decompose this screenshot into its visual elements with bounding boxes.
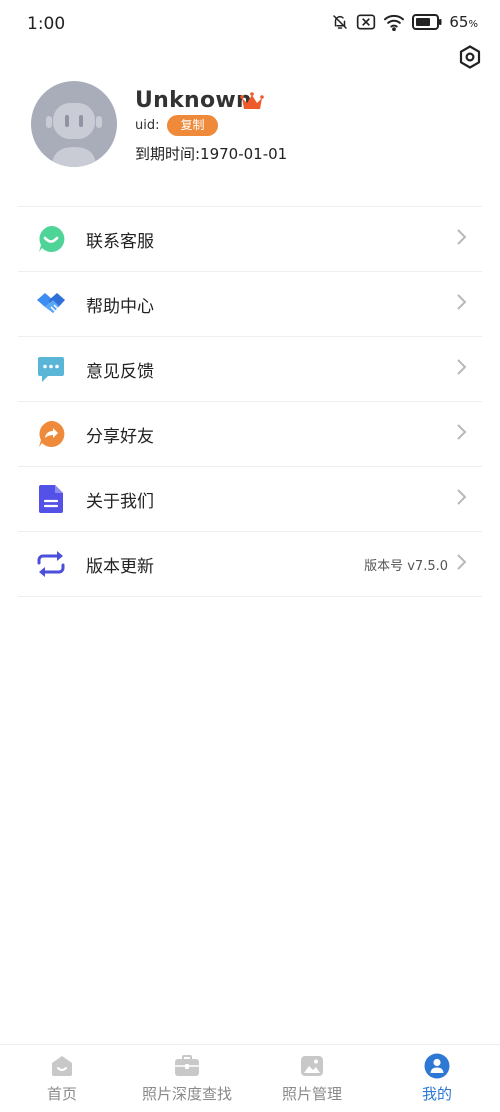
wifi-icon — [383, 13, 405, 31]
status-bar: 1:00 65% — [0, 0, 500, 50]
menu-item-help-center[interactable]: 帮助中心 — [18, 272, 482, 337]
menu-item-contact-service[interactable]: 联系客服 — [18, 207, 482, 272]
bell-muted-icon — [331, 13, 349, 31]
battery-percent: 65% — [449, 13, 478, 31]
tab-photo-management[interactable]: 照片管理 — [270, 1045, 354, 1112]
chevron-right-icon — [456, 423, 468, 445]
crown-icon — [240, 92, 264, 116]
refresh-icon — [34, 547, 68, 581]
sim-off-icon — [356, 13, 376, 31]
tab-label: 照片管理 — [281, 1085, 342, 1103]
settings-menu: 联系客服 帮助中心 意见反馈 分享好友 关于我们 版本更新 版本号 v7.5.0 — [18, 206, 482, 597]
chevron-right-icon — [456, 488, 468, 510]
menu-item-about-us[interactable]: 关于我们 — [18, 467, 482, 532]
menu-item-label: 联系客服 — [86, 231, 154, 252]
battery-icon — [412, 14, 442, 30]
feedback-icon — [34, 352, 68, 386]
chevron-right-icon — [456, 358, 468, 380]
document-icon — [34, 482, 68, 516]
status-time: 1:00 — [27, 14, 66, 34]
chevron-right-icon — [456, 293, 468, 315]
settings-icon — [457, 44, 483, 74]
menu-item-version-update[interactable]: 版本更新 版本号 v7.5.0 — [18, 532, 482, 597]
expire-date: 到期时间:1970-01-01 — [135, 145, 288, 163]
menu-item-share-friends[interactable]: 分享好友 — [18, 402, 482, 467]
tab-label: 首页 — [46, 1085, 77, 1103]
menu-item-label: 分享好友 — [86, 426, 154, 447]
tab-home[interactable]: 首页 — [30, 1045, 94, 1112]
avatar[interactable] — [31, 81, 117, 167]
menu-item-feedback[interactable]: 意见反馈 — [18, 337, 482, 402]
chevron-right-icon — [456, 553, 468, 575]
share-icon — [34, 417, 68, 451]
uid-label: uid: — [135, 118, 160, 133]
handshake-icon — [34, 287, 68, 321]
uid-row: uid: 复制 — [135, 115, 218, 136]
customer-service-icon — [34, 222, 68, 256]
username: Unknown — [135, 88, 253, 113]
tab-photo-deep-search[interactable]: 照片深度查找 — [130, 1045, 244, 1112]
bottom-tab-bar: 首页 照片深度查找 照片管理 我的 — [0, 1044, 500, 1112]
chevron-right-icon — [456, 228, 468, 250]
toolbox-icon — [174, 1053, 200, 1079]
copy-uid-button[interactable]: 复制 — [167, 115, 218, 136]
menu-item-label: 版本更新 — [86, 556, 154, 577]
menu-item-label: 意见反馈 — [86, 361, 154, 382]
menu-item-label: 帮助中心 — [86, 296, 154, 317]
version-number: 版本号 v7.5.0 — [364, 558, 448, 574]
profile-icon — [424, 1053, 450, 1079]
settings-button[interactable] — [456, 45, 484, 73]
profile-header: Unknown uid: 复制 到期时间:1970-01-01 — [0, 78, 500, 178]
tab-mine[interactable]: 我的 — [405, 1045, 469, 1112]
menu-item-label: 关于我们 — [86, 491, 154, 512]
image-icon — [299, 1053, 325, 1079]
tab-label: 照片深度查找 — [141, 1085, 232, 1103]
tab-label: 我的 — [421, 1085, 452, 1103]
home-icon — [49, 1053, 75, 1079]
